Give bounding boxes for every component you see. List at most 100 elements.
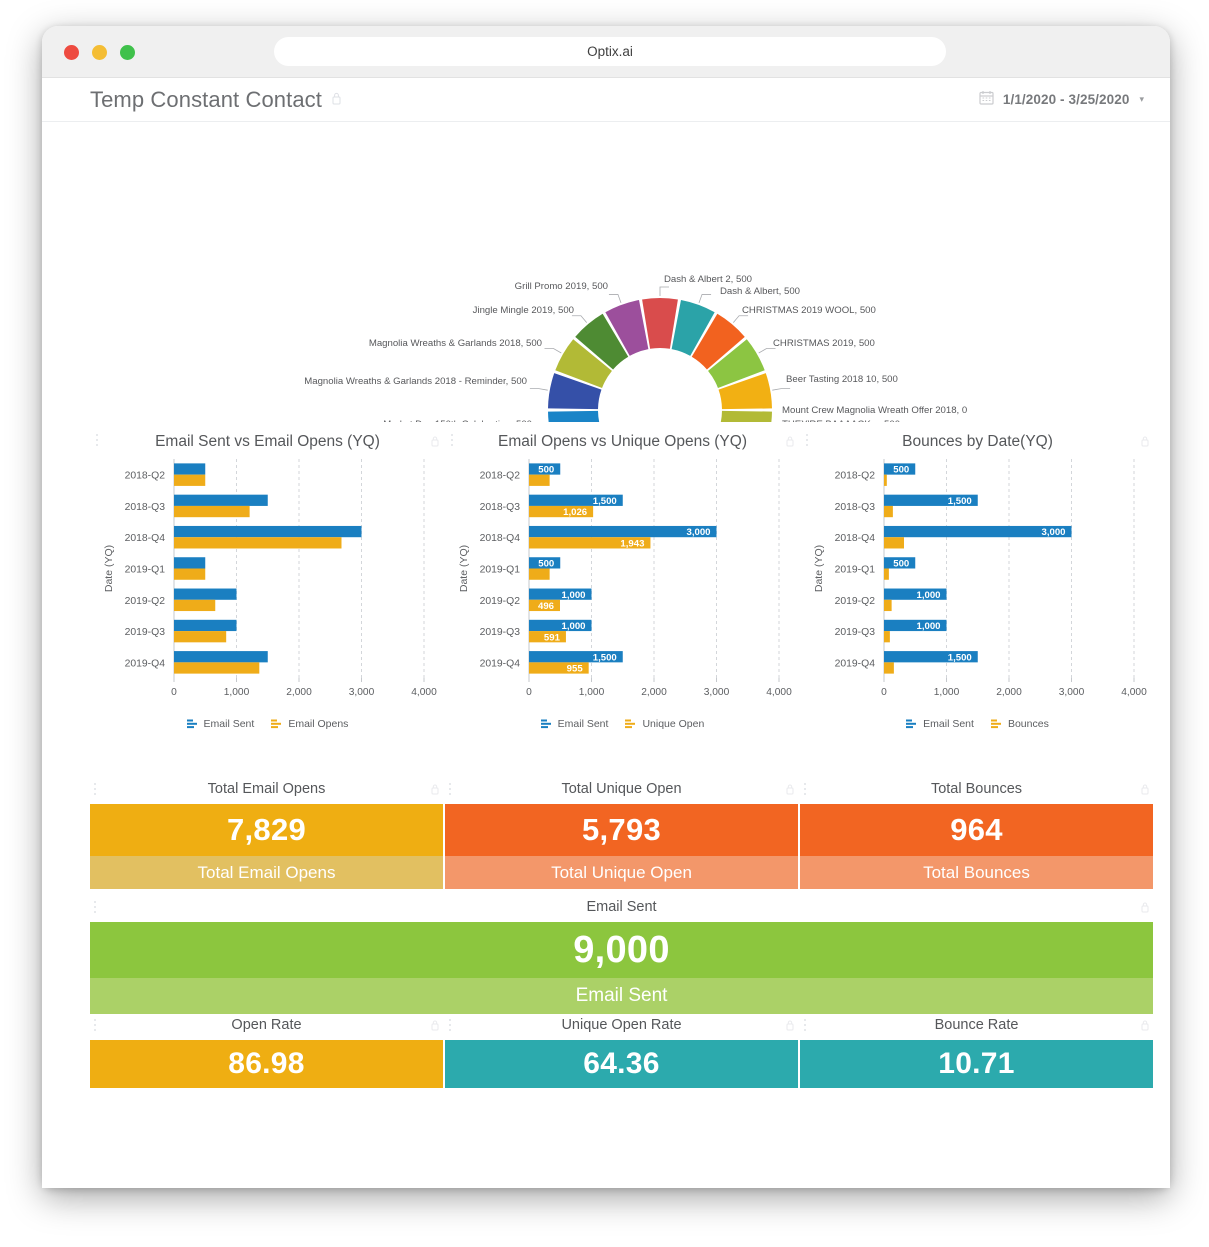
drag-handle-icon[interactable]	[94, 1019, 97, 1032]
y-axis-category-label: 2019-Q4	[834, 658, 875, 669]
bar[interactable]	[173, 619, 237, 632]
drag-handle-icon[interactable]	[449, 783, 452, 796]
bar[interactable]	[173, 557, 205, 569]
bar[interactable]	[173, 651, 268, 663]
bar-value-label: 500	[554, 570, 570, 581]
bar-value-label: 1,500	[592, 496, 616, 507]
drag-handle-icon[interactable]	[94, 783, 97, 796]
chevron-down-icon[interactable]: ▾	[1139, 94, 1144, 105]
drag-handle-icon[interactable]	[806, 434, 809, 447]
kpi-value: 10.71	[800, 1040, 1153, 1088]
panel-lock-icon[interactable]	[1141, 434, 1149, 452]
legend-item[interactable]: Email Sent	[186, 718, 254, 730]
kpi-card[interactable]: Open Rate 86.98	[90, 1010, 443, 1088]
donut-chart-panel: Dash & Albert 2, 500 Dash & Albert, 500 CH…	[42, 122, 1170, 422]
legend-swatch-icon	[990, 719, 1001, 729]
bar[interactable]	[528, 474, 550, 486]
minimize-window-button[interactable]	[92, 45, 107, 60]
bar[interactable]	[883, 662, 894, 674]
panel-lock-icon[interactable]	[1141, 783, 1149, 799]
bar[interactable]	[173, 525, 362, 538]
drag-handle-icon[interactable]	[449, 1019, 452, 1032]
kpi-card[interactable]: Unique Open Rate 64.36	[445, 1010, 798, 1088]
kpi-card[interactable]: Total Bounces 964 Total Bounces	[800, 774, 1153, 889]
kpi-heading-label: Total Bounces	[930, 781, 1023, 797]
x-axis-tick-label: 3,000	[348, 687, 374, 698]
legend-item[interactable]: Bounces	[990, 718, 1049, 730]
bar[interactable]	[173, 631, 226, 643]
bar-value-label: 500	[554, 476, 570, 487]
bar[interactable]	[883, 474, 887, 486]
dashboard-body: Dash & Albert 2, 500 Dash & Albert, 500 CH…	[42, 122, 1170, 1188]
drag-handle-icon[interactable]	[804, 1019, 807, 1032]
bar[interactable]	[883, 568, 889, 580]
chart-plot-area[interactable]: Date (YQ) 0 1,000 2,000 3,000 4,000 2018-Q2 201…	[98, 451, 438, 716]
campaign-donut-chart[interactable]: Dash & Albert 2, 500Dash & Albert, 500 CH…	[42, 122, 1170, 422]
bar[interactable]	[883, 631, 890, 643]
panel-lock-icon[interactable]	[1141, 1019, 1149, 1035]
kpi-row-totals: Total Email Opens 7,829 Total Email Opens T…	[42, 774, 1170, 892]
kpi-heading-label: Open Rate	[231, 1017, 302, 1033]
bar-value-label: 1,500	[592, 652, 616, 663]
x-axis-tick-label: 4,000	[766, 687, 792, 698]
bar[interactable]	[173, 599, 215, 612]
close-window-button[interactable]	[64, 45, 79, 60]
chart-plot-area[interactable]: Date (YQ) 0 1,000 2,000 3,000 4,000 2018-Q2 500…	[808, 451, 1148, 716]
bar[interactable]	[173, 494, 268, 506]
kpi-card[interactable]: Email Sent 9,000 Email Sent	[90, 892, 1153, 1014]
drag-handle-icon[interactable]	[94, 901, 97, 914]
bar[interactable]	[883, 505, 893, 518]
donut-slice-label: Dash & Albert, 500	[720, 286, 800, 297]
drag-handle-icon[interactable]	[96, 434, 99, 447]
chart-plot-area[interactable]: Date (YQ) 0 1,000 2,000 3,000 4,000 2018-Q2 500…	[453, 451, 793, 716]
bar-value-label: 1,500	[947, 652, 971, 663]
bar[interactable]	[883, 537, 904, 549]
legend-item[interactable]: Email Sent	[906, 718, 974, 730]
legend-item[interactable]: Email Sent	[540, 718, 608, 730]
kpi-footer-label: Total Email Opens	[90, 856, 443, 889]
panel-lock-icon[interactable]	[431, 783, 439, 799]
panel-lock-icon[interactable]	[786, 783, 794, 799]
zoom-window-button[interactable]	[120, 45, 135, 60]
bar-charts-row: Email Sent vs Email Opens (YQ) Date (YQ)…	[42, 422, 1170, 767]
window-controls[interactable]	[64, 45, 135, 60]
kpi-value: 5,793	[445, 804, 798, 856]
panel-lock-icon[interactable]	[431, 1019, 439, 1035]
panel-lock-icon[interactable]	[786, 1019, 794, 1035]
panel-lock-icon[interactable]	[431, 434, 439, 452]
y-axis-category-label: 2018-Q3	[834, 502, 875, 513]
donut-slice[interactable]	[642, 298, 678, 349]
bar[interactable]	[883, 599, 892, 612]
panel-lock-icon[interactable]	[1141, 901, 1149, 917]
bar[interactable]	[173, 568, 205, 580]
kpi-card[interactable]: Bounce Rate 10.71	[800, 1010, 1153, 1088]
donut-slice[interactable]	[548, 410, 601, 422]
kpi-card[interactable]: Total Email Opens 7,829 Total Email Opens	[90, 774, 443, 889]
y-axis-title: Date (YQ)	[458, 545, 470, 592]
kpi-card-heading: Total Bounces	[800, 774, 1153, 804]
bar[interactable]	[173, 474, 205, 486]
y-axis-category-label: 2018-Q2	[479, 471, 520, 482]
bar[interactable]	[173, 662, 259, 674]
donut-leader-line	[659, 286, 669, 296]
bar[interactable]	[173, 505, 250, 518]
drag-handle-icon[interactable]	[804, 783, 807, 796]
donut-leader-line	[529, 388, 548, 391]
donut-slice[interactable]	[719, 410, 772, 422]
legend-item[interactable]: Email Opens	[271, 718, 348, 730]
bar[interactable]	[528, 568, 550, 580]
address-bar[interactable]: Optix.ai	[274, 37, 946, 66]
bar[interactable]	[173, 588, 237, 600]
chart-legend: Email Sent Unique Open	[445, 718, 800, 730]
bar[interactable]	[173, 463, 205, 475]
x-axis-tick-label: 4,000	[1121, 687, 1147, 698]
kpi-card[interactable]: Total Unique Open 5,793 Total Unique Open	[445, 774, 798, 889]
date-range-control[interactable]: 1/1/2020 - 3/25/2020 ▾	[979, 90, 1144, 110]
bar[interactable]	[173, 537, 342, 549]
panel-lock-icon[interactable]	[786, 434, 794, 452]
browser-window: Optix.ai Temp Constant Contact 1/1/2020 …	[42, 26, 1170, 1188]
drag-handle-icon[interactable]	[451, 434, 454, 447]
y-axis-category-label: 2019-Q2	[124, 596, 165, 607]
bar-value-label: 1,026	[563, 507, 587, 518]
legend-item[interactable]: Unique Open	[625, 718, 704, 730]
